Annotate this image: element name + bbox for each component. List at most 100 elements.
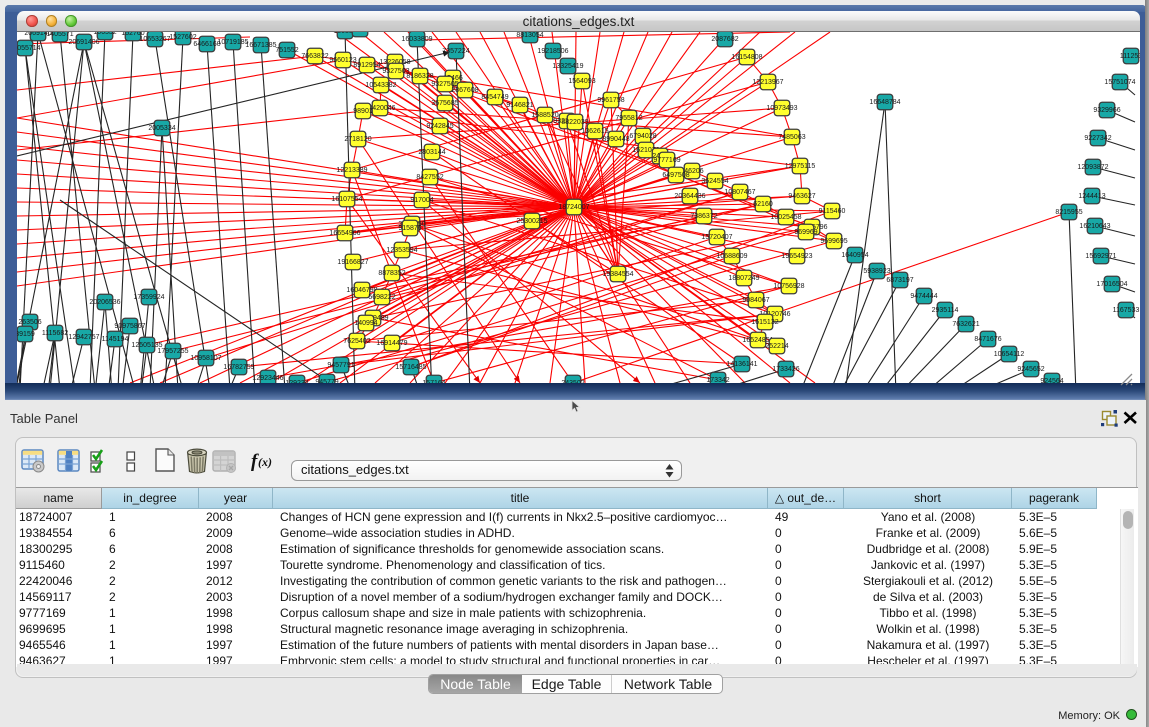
svg-text:6794028: 6794028 [629,133,656,140]
svg-text:8878352: 8878352 [378,270,405,277]
svg-text:16648784: 16648784 [869,99,900,106]
svg-text:14136141: 14136141 [726,361,757,368]
svg-text:7386372: 7386372 [690,213,717,220]
svg-text:8186328: 8186328 [406,73,433,80]
svg-text:2087682: 2087682 [711,36,738,43]
svg-text:12353594: 12353594 [386,247,417,254]
svg-text:19654923: 19654923 [781,253,812,260]
svg-text:5698222: 5698222 [368,294,395,301]
svg-text:6497508: 6497508 [662,172,689,179]
svg-text:16671385: 16671385 [245,42,276,49]
svg-text:12213389: 12213389 [336,167,367,174]
svg-text:252214: 252214 [765,343,788,350]
svg-text:15751074: 15751074 [1104,79,1135,86]
svg-text:9084067: 9084067 [742,297,769,304]
svg-text:173342: 173342 [706,377,729,383]
svg-text:8822039: 8822039 [561,119,588,126]
svg-text:9329966: 9329966 [1093,107,1120,114]
svg-text:9699695: 9699695 [820,238,847,245]
svg-text:25300215: 25300215 [516,218,547,225]
svg-text:16046798: 16046798 [346,287,377,294]
svg-text:10025458: 10025458 [770,214,801,221]
svg-text:90975867: 90975867 [114,323,145,330]
svg-text:20364436: 20364436 [674,193,705,200]
svg-text:1615132: 1615132 [751,319,778,326]
svg-text:10973493: 10973493 [766,105,797,112]
svg-text:9463627: 9463627 [788,193,815,200]
svg-text:8471676: 8471676 [974,336,1001,343]
svg-text:7632621: 7632621 [952,321,979,328]
svg-text:19218506: 19218506 [537,48,568,55]
svg-text:17016504: 17016504 [1096,281,1127,288]
svg-text:14055714: 14055714 [17,45,41,52]
svg-text:10958107: 10958107 [190,355,221,362]
svg-text:16154808: 16154808 [731,54,762,61]
svg-text:2718120: 2718120 [344,136,371,143]
svg-text:13325419: 13325419 [552,63,583,70]
svg-text:10719185: 10719185 [217,39,248,46]
svg-text:751552: 751552 [275,47,298,54]
svg-text:15716485: 15716485 [395,364,426,371]
svg-text:10807467: 10807467 [724,189,755,196]
svg-text:15692971: 15692971 [1085,253,1116,260]
svg-text:6873197: 6873197 [886,277,913,284]
svg-text:9777169: 9777169 [653,157,680,164]
svg-text:12923446: 12923446 [252,375,283,382]
svg-text:9146821: 9146821 [506,102,533,109]
svg-text:2005334: 2005334 [148,125,175,132]
svg-text:12213967: 12213967 [752,79,783,86]
svg-text:1115682: 1115682 [42,330,68,337]
svg-text:140994: 140994 [354,320,377,327]
svg-text:10543382: 10543382 [365,82,396,89]
svg-text:945779: 945779 [315,379,338,383]
svg-text:3675685: 3675685 [431,100,458,107]
svg-text:129234: 129234 [285,380,308,383]
svg-text:20206536: 20206536 [89,299,120,306]
svg-text:62160: 62160 [753,201,773,208]
svg-text:2935114: 2935114 [932,307,959,314]
svg-text:9961758: 9961758 [597,97,624,104]
svg-text:(x): (x) [258,455,272,469]
svg-text:7663822: 7663822 [301,53,328,60]
svg-text:10756928: 10756928 [773,283,804,290]
svg-text:3624554: 3624554 [701,178,728,185]
svg-text:7485063: 7485063 [778,134,805,141]
svg-text:12093872: 12093872 [1077,164,1108,171]
svg-text:243502: 243502 [561,380,584,383]
svg-text:9227342: 9227342 [1084,135,1111,142]
svg-text:16914479: 16914479 [376,340,407,347]
svg-text:9115460: 9115460 [819,208,846,215]
svg-text:7955812: 7955812 [615,115,642,122]
svg-text:16033809: 16033809 [401,36,432,43]
svg-text:16654966: 16654966 [329,230,360,237]
svg-text:12975115: 12975115 [785,163,816,170]
svg-text:20691406: 20691406 [68,39,99,46]
svg-text:12942757: 12942757 [68,334,99,341]
svg-text:1564093: 1564093 [568,78,595,85]
svg-text:7625402: 7625402 [343,338,370,345]
svg-text:263506: 263506 [18,319,41,326]
svg-text:5938923: 5938923 [863,268,890,275]
svg-text:98901: 98901 [353,108,373,115]
svg-text:1167533: 1167533 [1113,307,1140,314]
svg-text:16107554: 16107554 [331,196,362,203]
svg-text:10653267: 10653267 [139,36,170,43]
svg-text:111253: 111253 [1120,53,1140,60]
svg-text:915876: 915876 [398,225,421,232]
svg-text:8990448: 8990448 [602,136,629,143]
svg-text:1640954: 1640954 [841,252,868,259]
svg-text:1527602: 1527602 [169,34,196,41]
svg-text:16782759: 16782759 [223,364,254,371]
svg-text:2803144: 2803144 [418,149,445,156]
svg-text:969969: 969969 [794,229,817,236]
svg-text:8427552: 8427552 [416,174,443,181]
svg-text:39159: 39159 [17,331,35,338]
svg-text:8215955: 8215955 [1055,209,1082,216]
svg-text:106532: 106532 [93,32,116,36]
svg-text:18724007: 18724007 [558,204,589,211]
svg-text:18807249: 18807249 [728,275,759,282]
svg-text:16210643: 16210643 [1079,223,1110,230]
svg-text:19384554: 19384554 [602,271,633,278]
svg-text:1362615: 1362615 [581,128,608,135]
svg-text:8454749: 8454749 [481,94,508,101]
